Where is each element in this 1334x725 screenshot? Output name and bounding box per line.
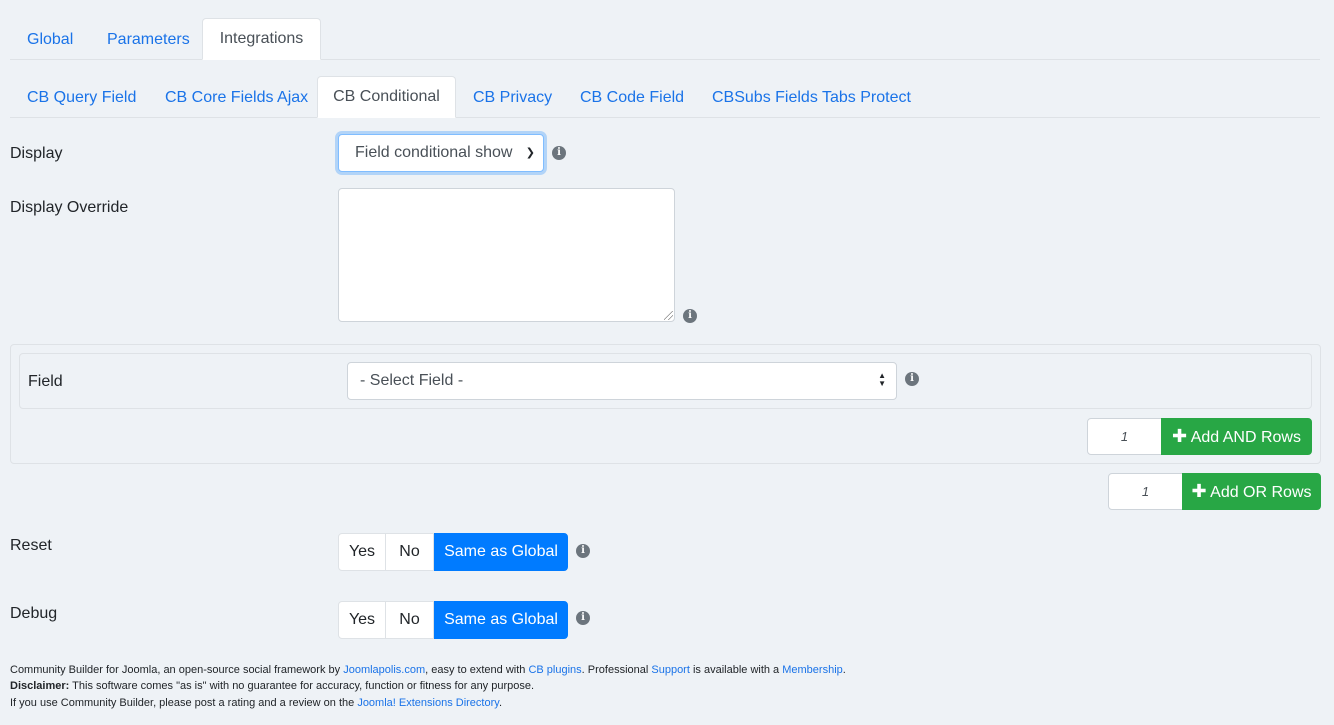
info-icon[interactable]: i (683, 309, 697, 323)
tab-cb-query-field[interactable]: CB Query Field (27, 88, 136, 108)
reset-no-button[interactable]: No (385, 533, 434, 571)
reset-label: Reset (10, 537, 52, 554)
tab-integrations[interactable]: Integrations (202, 18, 321, 60)
updown-arrows-icon: ▲ ▼ (878, 371, 886, 388)
add-and-rows-button[interactable]: ✚ Add AND Rows (1161, 418, 1312, 455)
field-label: Field (28, 373, 63, 390)
footer-credits: Community Builder for Joomla, an open-so… (10, 664, 846, 676)
tab-cb-code-field[interactable]: CB Code Field (580, 88, 684, 108)
chevron-down-icon: ❯ (525, 147, 535, 159)
joomlapolis-link[interactable]: Joomlapolis.com (343, 664, 425, 676)
footer-review: If you use Community Builder, please pos… (10, 697, 502, 709)
info-icon[interactable]: i (905, 372, 919, 386)
cb-plugins-link[interactable]: CB plugins (528, 664, 581, 676)
add-and-rows-label: Add AND Rows (1190, 429, 1301, 446)
support-link[interactable]: Support (651, 664, 690, 676)
plus-icon: ✚ (1191, 481, 1207, 501)
info-icon[interactable]: i (576, 544, 590, 558)
debug-yes-button[interactable]: Yes (338, 601, 386, 639)
display-select[interactable]: Field conditional show ❯ (338, 134, 544, 172)
resize-handle[interactable] (664, 311, 673, 320)
reset-same-as-global-button[interactable]: Same as Global (434, 533, 568, 571)
display-override-label: Display Override (10, 199, 129, 216)
tab-cb-conditional[interactable]: CB Conditional (317, 76, 456, 118)
display-select-value: Field conditional show (355, 144, 513, 161)
display-override-textarea[interactable] (338, 188, 675, 322)
or-rows-count-input[interactable]: 1 (1108, 473, 1183, 510)
tab-cb-core-fields-ajax[interactable]: CB Core Fields Ajax (165, 88, 308, 108)
tab-cbsubs-fields-tabs-protect[interactable]: CBSubs Fields Tabs Protect (712, 88, 911, 108)
membership-link[interactable]: Membership (782, 664, 843, 676)
reset-yes-button[interactable]: Yes (338, 533, 386, 571)
and-rows-count-input[interactable]: 1 (1087, 418, 1162, 455)
debug-label: Debug (10, 605, 58, 622)
info-icon[interactable]: i (576, 611, 590, 625)
add-or-rows-button[interactable]: ✚ Add OR Rows (1182, 473, 1321, 510)
plus-icon: ✚ (1172, 426, 1188, 446)
jed-link[interactable]: Joomla! Extensions Directory (357, 697, 499, 709)
footer-disclaimer: Disclaimer: This software comes "as is" … (10, 680, 535, 692)
tab-cb-privacy[interactable]: CB Privacy (473, 88, 552, 108)
debug-no-button[interactable]: No (385, 601, 434, 639)
field-select[interactable]: - Select Field - ▲ ▼ (347, 362, 897, 400)
display-label: Display (10, 145, 63, 162)
info-icon[interactable]: i (552, 146, 566, 160)
tab-parameters[interactable]: Parameters (107, 30, 190, 50)
field-select-value: - Select Field - (360, 372, 464, 389)
add-or-rows-label: Add OR Rows (1210, 484, 1312, 501)
tab-global[interactable]: Global (27, 30, 73, 50)
debug-same-as-global-button[interactable]: Same as Global (434, 601, 568, 639)
